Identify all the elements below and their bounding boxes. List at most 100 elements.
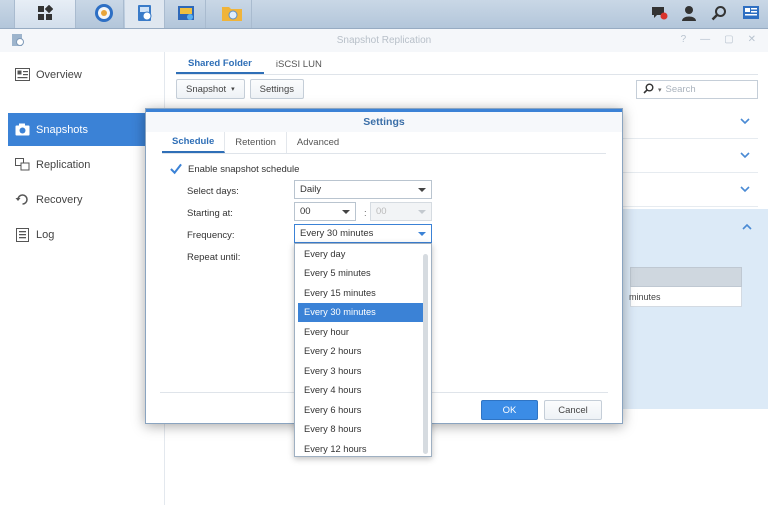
- table-header: [630, 267, 742, 287]
- window-title: Snapshot Replication: [336, 35, 432, 46]
- app-icon: [11, 33, 25, 50]
- dropdown-list: Every day Every 5 minutes Every 15 minutes…: [295, 244, 423, 459]
- frequency-options-list: Every day Every 5 minutes Every 15 minutes…: [294, 243, 432, 457]
- starting-at-label: Starting at:: [187, 208, 233, 219]
- dashboard-icon: [94, 3, 114, 26]
- starting-minute-dropdown: 00: [370, 202, 432, 221]
- minimize-button[interactable]: —: [700, 34, 710, 45]
- sidebar-item-snapshots[interactable]: Snapshots: [8, 113, 155, 146]
- overview-icon: [14, 68, 30, 82]
- enable-schedule-label: Enable snapshot schedule: [188, 163, 300, 175]
- help-button[interactable]: ?: [681, 34, 687, 45]
- tab-shared-folder[interactable]: Shared Folder: [176, 54, 264, 74]
- dropdown-option[interactable]: Every 3 hours: [295, 361, 423, 381]
- dashboard-app-button[interactable]: [84, 0, 124, 28]
- toolbar: Snapshot ▾ Settings: [176, 79, 304, 99]
- chevron-down-icon: [740, 116, 750, 128]
- taskbar-tray: [644, 0, 768, 28]
- file-station-app-button[interactable]: [212, 0, 252, 28]
- dropdown-arrow-icon: [342, 210, 350, 214]
- enable-schedule-checkbox[interactable]: [170, 163, 182, 175]
- sidebar-item-overview[interactable]: Overview: [8, 58, 155, 91]
- time-separator: :: [364, 208, 367, 219]
- dropdown-option[interactable]: Every 8 hours: [295, 420, 423, 440]
- search-icon: [711, 5, 727, 24]
- frequency-dropdown[interactable]: Every 30 minutes: [294, 224, 432, 243]
- sidebar-item-label: Snapshots: [36, 123, 88, 136]
- main-tabs: Shared Folder iSCSI LUN: [176, 54, 334, 74]
- search-placeholder: Search: [665, 84, 696, 95]
- search-input[interactable]: ▾ Search: [636, 80, 758, 99]
- user-button[interactable]: [674, 0, 704, 28]
- select-days-dropdown[interactable]: Daily: [294, 180, 432, 199]
- sidebar-item-label: Replication: [36, 158, 91, 171]
- window-controls: ? — ▢ ✕: [681, 34, 756, 45]
- chat-icon: [650, 5, 668, 24]
- media-app-button[interactable]: [166, 0, 206, 28]
- dropdown-scrollbar[interactable]: [423, 254, 428, 454]
- snapshot-button-label: Snapshot: [186, 83, 227, 95]
- starting-hour-dropdown[interactable]: 00: [294, 202, 356, 221]
- repeat-until-label: Repeat until:: [187, 252, 241, 263]
- chevron-up-icon: [742, 221, 752, 233]
- widgets-button[interactable]: [734, 0, 768, 28]
- search-button[interactable]: [704, 0, 734, 28]
- dropdown-option[interactable]: Every day: [295, 244, 423, 264]
- recovery-icon: [14, 193, 30, 207]
- dialog-title[interactable]: Settings: [146, 109, 622, 132]
- dropdown-arrow-icon: [418, 232, 426, 236]
- window-titlebar[interactable]: Snapshot Replication ? — ▢ ✕: [0, 29, 768, 52]
- dropdown-arrow-icon: [418, 210, 426, 214]
- settings-button[interactable]: Settings: [249, 79, 304, 99]
- main-menu-button[interactable]: [14, 0, 76, 28]
- dropdown-option[interactable]: Every hour: [295, 322, 423, 342]
- dropdown-option[interactable]: Every 30 minutes: [298, 302, 423, 322]
- frequency-value: Every 30 minutes: [300, 228, 374, 239]
- search-caret-icon: ▾: [658, 86, 662, 94]
- main-menu-icon: [37, 4, 54, 24]
- select-days-value: Daily: [300, 184, 322, 195]
- dropdown-option[interactable]: Every 2 hours: [295, 342, 423, 362]
- sidebar-item-label: Log: [36, 228, 55, 241]
- chevron-down-icon: [740, 150, 750, 162]
- dropdown-option[interactable]: Every 5 minutes: [295, 264, 423, 284]
- snapshot-replication-app-icon: [135, 3, 155, 26]
- replication-icon: [14, 158, 30, 172]
- sidebar-item-log[interactable]: Log: [8, 218, 155, 251]
- tab-schedule[interactable]: Schedule: [162, 132, 226, 153]
- chevron-down-icon: ▾: [231, 86, 235, 93]
- widgets-icon: [742, 5, 760, 23]
- sidebar-item-label: Overview: [36, 68, 82, 81]
- sidebar-item-recovery[interactable]: Recovery: [8, 183, 155, 216]
- ok-button[interactable]: OK: [481, 400, 538, 420]
- user-icon: [681, 5, 697, 24]
- table-cell-text: minutes: [629, 291, 661, 302]
- file-station-icon: [221, 4, 243, 25]
- taskbar: [0, 0, 768, 29]
- close-button[interactable]: ✕: [748, 34, 756, 45]
- media-app-icon: [176, 3, 196, 26]
- maximize-button[interactable]: ▢: [724, 34, 733, 45]
- tab-retention[interactable]: Retention: [225, 132, 287, 153]
- select-days-label: Select days:: [187, 186, 239, 197]
- sidebar-item-label: Recovery: [36, 193, 83, 206]
- sidebar: Overview Snapshots Replication Recovery …: [0, 52, 165, 505]
- snapshot-replication-app-button[interactable]: [125, 0, 165, 28]
- tab-iscsi-lun[interactable]: iSCSI LUN: [264, 54, 334, 74]
- snapshot-menu-button[interactable]: Snapshot ▾: [176, 79, 245, 99]
- frequency-label: Frequency:: [187, 230, 235, 241]
- chat-button[interactable]: [644, 0, 674, 28]
- dropdown-option[interactable]: Every 12 hours: [295, 439, 423, 459]
- starting-minute-value: 00: [376, 206, 387, 217]
- dropdown-option[interactable]: Every 4 hours: [295, 381, 423, 401]
- dialog-tabs: Schedule Retention Advanced: [162, 132, 606, 154]
- tabs-divider: [176, 74, 758, 75]
- sidebar-item-replication[interactable]: Replication: [8, 148, 155, 181]
- enable-schedule-row: Enable snapshot schedule: [170, 163, 299, 175]
- cancel-button[interactable]: Cancel: [544, 400, 602, 420]
- table-cell: minutes: [629, 287, 742, 307]
- dropdown-option[interactable]: Every 6 hours: [295, 400, 423, 420]
- starting-hour-value: 00: [300, 206, 311, 217]
- dropdown-option[interactable]: Every 15 minutes: [295, 283, 423, 303]
- tab-advanced[interactable]: Advanced: [287, 132, 349, 153]
